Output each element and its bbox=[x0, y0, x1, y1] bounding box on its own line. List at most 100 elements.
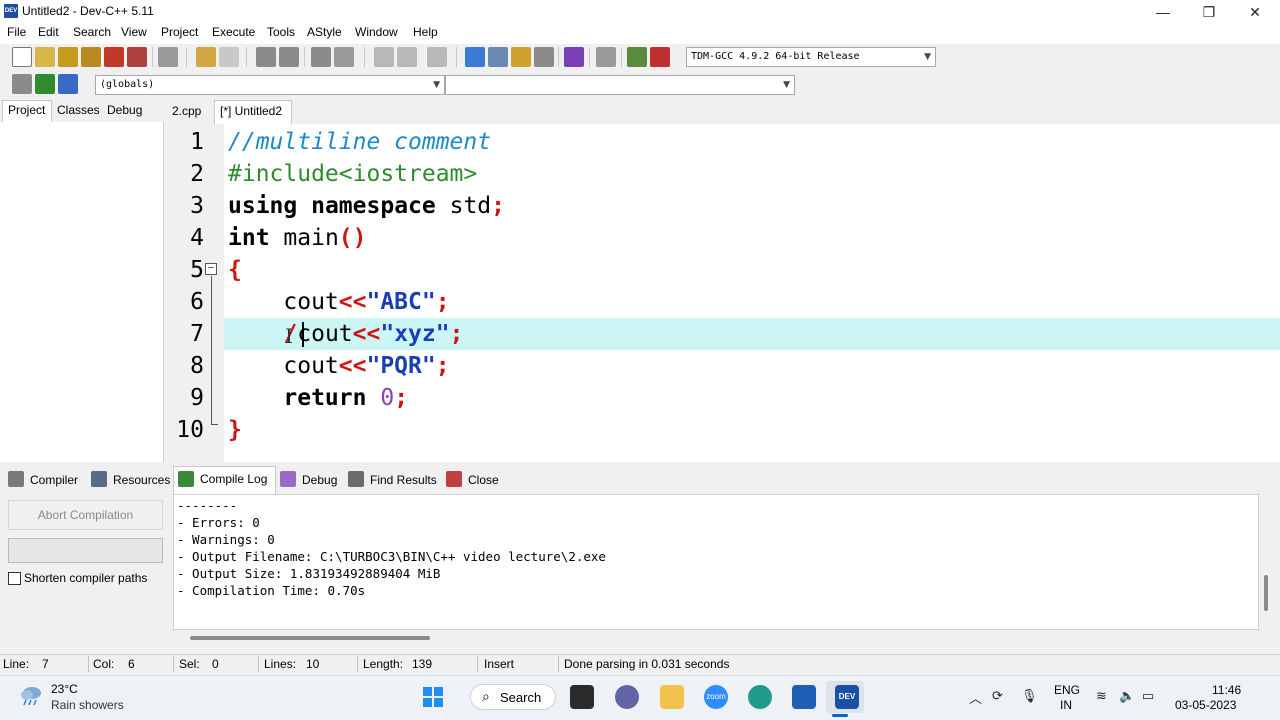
toolbar-separator bbox=[558, 47, 559, 67]
tab-close[interactable]: Close bbox=[468, 473, 499, 487]
menu-project[interactable]: Project bbox=[161, 25, 198, 39]
line-number: 5 bbox=[190, 257, 204, 283]
print-icon[interactable] bbox=[158, 47, 178, 67]
tab-debug-side[interactable]: Debug bbox=[107, 103, 142, 117]
run-icon[interactable] bbox=[488, 47, 508, 67]
menu-window[interactable]: Window bbox=[355, 25, 398, 39]
weather-description[interactable]: Rain showers bbox=[51, 698, 124, 712]
code-line-5: { bbox=[228, 254, 242, 286]
status-line-value: 7 bbox=[42, 657, 49, 671]
status-separator bbox=[173, 656, 174, 672]
vertical-scrollbar[interactable] bbox=[1264, 575, 1268, 611]
close-button[interactable]: ✕ bbox=[1232, 0, 1278, 24]
microsoft-store-icon[interactable] bbox=[792, 685, 816, 709]
menu-file[interactable]: File bbox=[7, 25, 26, 39]
identifier-token: cout bbox=[283, 289, 339, 315]
tab-compiler[interactable]: Compiler bbox=[30, 473, 78, 487]
close-file-icon[interactable] bbox=[104, 47, 124, 67]
maximize-button[interactable]: ❐ bbox=[1186, 0, 1232, 24]
goto-line-icon[interactable] bbox=[311, 47, 331, 67]
tab-debug[interactable]: Debug bbox=[302, 473, 337, 487]
status-sel-value: 0 bbox=[212, 657, 219, 671]
compile-icon[interactable] bbox=[465, 47, 485, 67]
insert-icon[interactable] bbox=[12, 74, 32, 94]
devcpp-taskbar-icon[interactable]: DEV bbox=[835, 685, 859, 709]
minimize-button[interactable]: — bbox=[1140, 0, 1186, 24]
status-separator bbox=[558, 656, 559, 672]
rain-cloud-icon[interactable] bbox=[18, 684, 44, 706]
save-icon[interactable] bbox=[58, 47, 78, 67]
language-indicator[interactable]: ENG bbox=[1054, 683, 1080, 697]
status-line-label: Line: bbox=[3, 657, 30, 671]
toggle-comment-icon[interactable] bbox=[427, 47, 447, 67]
tab-project[interactable]: Project bbox=[8, 103, 45, 117]
toolbar-separator bbox=[186, 47, 187, 67]
profile-chart-icon[interactable] bbox=[627, 47, 647, 67]
globals-select[interactable]: (globals) ▼ bbox=[95, 75, 445, 95]
indent-icon[interactable] bbox=[374, 47, 394, 67]
redo-icon[interactable] bbox=[219, 47, 239, 67]
line-number: 7 bbox=[190, 321, 204, 347]
zoom-app-icon[interactable]: zoom bbox=[704, 685, 728, 709]
menu-search[interactable]: Search bbox=[73, 25, 111, 39]
menu-tools[interactable]: Tools bbox=[267, 25, 295, 39]
tab-resources[interactable]: Resources bbox=[113, 473, 170, 487]
menu-view[interactable]: View bbox=[121, 25, 147, 39]
syntax-check-icon[interactable] bbox=[564, 47, 584, 67]
goto-declaration-icon[interactable] bbox=[35, 74, 55, 94]
close-all-icon[interactable] bbox=[127, 47, 147, 67]
teams-chat-icon[interactable] bbox=[615, 685, 639, 709]
bookmark-icon[interactable] bbox=[334, 47, 354, 67]
tab-2cpp[interactable]: 2.cpp bbox=[172, 104, 201, 118]
file-explorer-icon[interactable] bbox=[660, 685, 684, 709]
clock-time[interactable]: 11:46 bbox=[1212, 683, 1241, 697]
text-caret bbox=[302, 322, 304, 347]
rebuild-all-icon[interactable] bbox=[534, 47, 554, 67]
menu-edit[interactable]: Edit bbox=[38, 25, 59, 39]
shorten-paths-checkbox[interactable] bbox=[8, 572, 21, 585]
edge-browser-icon[interactable] bbox=[748, 685, 772, 709]
task-view-icon[interactable] bbox=[570, 685, 594, 709]
tab-untitled2[interactable]: [*] Untitled2 bbox=[220, 104, 282, 118]
compile-run-icon[interactable] bbox=[511, 47, 531, 67]
preprocessor-token: #include<iostream> bbox=[228, 161, 478, 187]
function-select[interactable]: ▼ bbox=[445, 75, 795, 95]
clock-date[interactable]: 03-05-2023 bbox=[1175, 698, 1236, 712]
weather-temperature[interactable]: 23°C bbox=[51, 682, 78, 696]
comment-token: //multiline comment bbox=[228, 129, 492, 155]
status-length-value: 139 bbox=[412, 657, 433, 671]
unindent-icon[interactable] bbox=[397, 47, 417, 67]
shorten-paths-label: Shorten compiler paths bbox=[24, 571, 148, 585]
undo-icon[interactable] bbox=[196, 47, 216, 67]
new-file-icon[interactable] bbox=[12, 47, 32, 67]
string-token: "PQR" bbox=[366, 353, 436, 379]
tab-compile-log[interactable]: Compile Log bbox=[200, 472, 267, 486]
sync-icon[interactable]: ⟳ bbox=[992, 688, 1003, 704]
abort-compilation-button[interactable]: Abort Compilation bbox=[8, 500, 163, 530]
chevron-up-icon[interactable]: ︿ bbox=[969, 688, 982, 707]
stop-execution-icon[interactable] bbox=[596, 47, 616, 67]
wifi-icon[interactable]: ≋ bbox=[1096, 688, 1107, 704]
menu-execute[interactable]: Execute bbox=[212, 25, 255, 39]
windows-start-icon[interactable] bbox=[422, 686, 444, 708]
line-number: 1 bbox=[190, 129, 204, 155]
battery-icon[interactable]: ▭ bbox=[1142, 688, 1154, 704]
globals-select-value: (globals) bbox=[100, 79, 155, 90]
close-panel-icon bbox=[446, 471, 462, 487]
volume-icon[interactable]: 🔈 bbox=[1119, 688, 1135, 704]
delete-profile-icon[interactable] bbox=[650, 47, 670, 67]
menu-help[interactable]: Help bbox=[413, 25, 438, 39]
tab-find-results[interactable]: Find Results bbox=[370, 473, 437, 487]
microphone-icon[interactable]: 🎙 bbox=[1021, 688, 1038, 704]
fold-collapse-icon[interactable]: − bbox=[205, 263, 217, 275]
find-icon[interactable] bbox=[256, 47, 276, 67]
tab-classes[interactable]: Classes bbox=[57, 103, 100, 117]
save-all-icon[interactable] bbox=[81, 47, 101, 67]
compiler-select[interactable]: TDM-GCC 4.9.2 64-bit Release ▼ bbox=[686, 47, 936, 67]
language-region[interactable]: IN bbox=[1060, 698, 1072, 712]
replace-icon[interactable] bbox=[279, 47, 299, 67]
open-file-icon[interactable] bbox=[35, 47, 55, 67]
goto-definition-icon[interactable] bbox=[58, 74, 78, 94]
horizontal-scrollbar[interactable] bbox=[190, 636, 430, 640]
menu-astyle[interactable]: AStyle bbox=[307, 25, 342, 39]
